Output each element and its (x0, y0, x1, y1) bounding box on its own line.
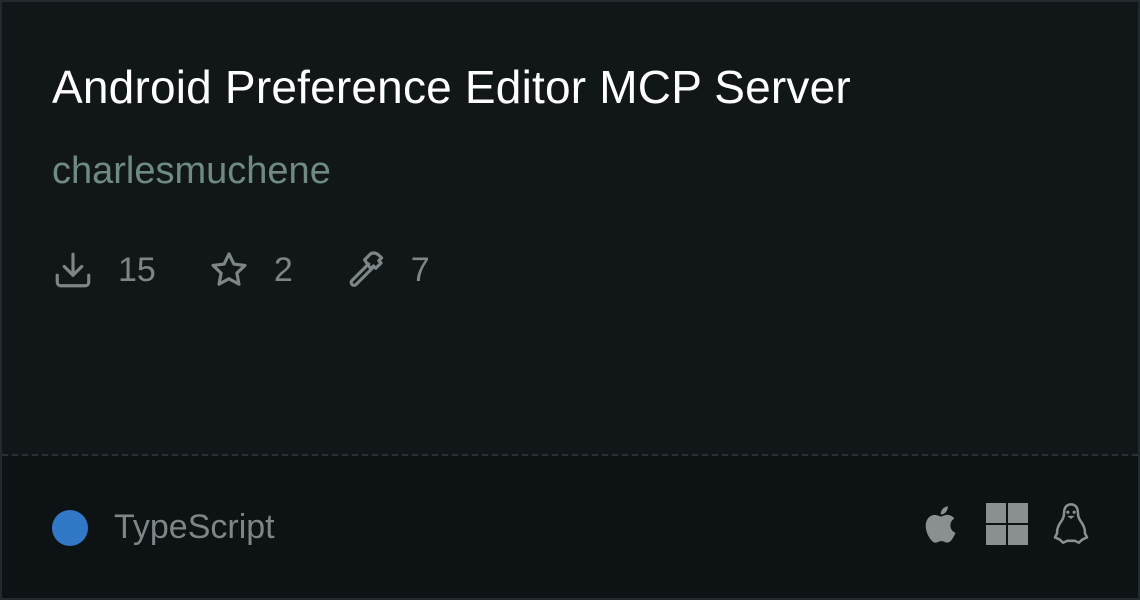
language-name: TypeScript (114, 508, 275, 546)
stars-stat: 2 (208, 249, 293, 291)
server-title[interactable]: Android Preference Editor MCP Server (52, 60, 851, 114)
downloads-stat: 15 (52, 249, 156, 291)
platform-icons (900, 502, 1090, 546)
downloads-count: 15 (118, 250, 156, 289)
language-tag: TypeScript (52, 508, 275, 547)
linux-icon (1053, 503, 1089, 544)
download-icon (52, 249, 94, 291)
stats-row: 15 2 7 (52, 246, 482, 294)
stars-count: 2 (273, 250, 293, 289)
card-header: Android Preference Editor MCP Server cha… (2, 2, 1138, 454)
hammer-icon (345, 249, 387, 291)
language-color-dot (52, 509, 88, 546)
tools-count: 7 (410, 250, 430, 289)
author-name[interactable]: charlesmuchene (52, 150, 331, 193)
apple-icon (925, 506, 956, 543)
card-footer: TypeScript (2, 456, 1138, 598)
windows-icon (986, 503, 1028, 545)
star-icon (208, 249, 250, 291)
server-card[interactable]: Android Preference Editor MCP Server cha… (0, 0, 1140, 600)
tools-stat: 7 (345, 249, 430, 291)
